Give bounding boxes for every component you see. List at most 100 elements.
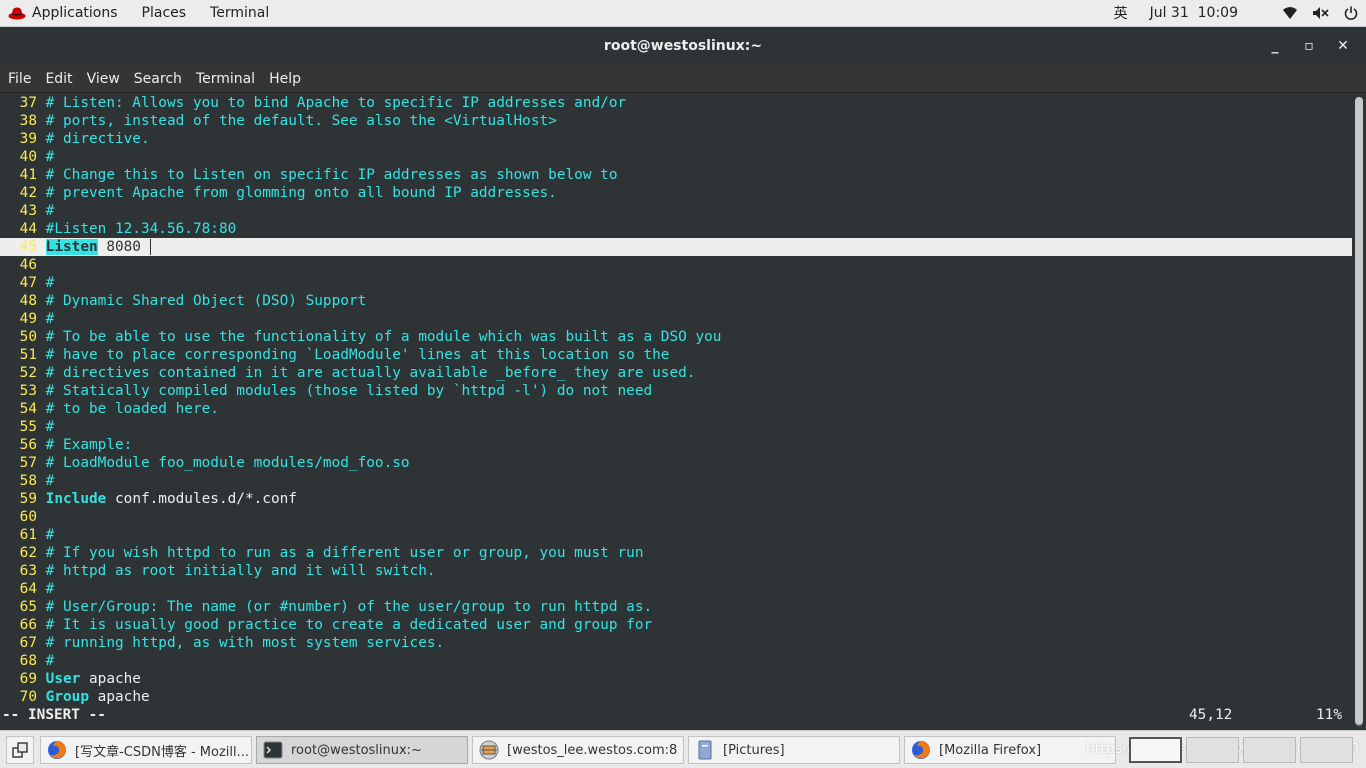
buffer-line[interactable]: 65 # User/Group: The name (or #number) o… bbox=[0, 598, 1352, 616]
vim-mode: -- INSERT -- bbox=[2, 707, 106, 723]
buffer-line[interactable]: 49 # bbox=[0, 310, 1352, 328]
line-number: 65 bbox=[19, 599, 37, 615]
buffer-line[interactable]: 41 # Change this to Listen on specific I… bbox=[0, 166, 1352, 184]
taskbar-button-1[interactable]: [写文章-CSDN博客 - Mozill... bbox=[40, 736, 252, 764]
buffer-line[interactable]: 43 # bbox=[0, 202, 1352, 220]
terminal-content[interactable]: 37 # Listen: Allows you to bind Apache t… bbox=[0, 93, 1366, 730]
buffer-line[interactable]: 40 # bbox=[0, 148, 1352, 166]
maximize-icon: ▫ bbox=[1304, 38, 1314, 54]
taskbar-button-4[interactable]: [Pictures] bbox=[688, 736, 900, 764]
line-number: 39 bbox=[19, 131, 37, 147]
comment-text: # to be loaded here. bbox=[45, 401, 219, 417]
terminal-icon bbox=[263, 740, 283, 760]
close-button[interactable]: ✕ bbox=[1326, 31, 1360, 61]
buffer-line[interactable]: 68 # bbox=[0, 652, 1352, 670]
directive-value: apache bbox=[89, 689, 150, 705]
menu-search[interactable]: Search bbox=[127, 71, 189, 87]
vim-buffer[interactable]: 37 # Listen: Allows you to bind Apache t… bbox=[0, 94, 1352, 706]
comment-text: # User/Group: The name (or #number) of t… bbox=[45, 599, 653, 615]
comment-text: # Listen: Allows you to bind Apache to s… bbox=[45, 95, 627, 111]
workspace-3[interactable] bbox=[1243, 737, 1296, 763]
firefox-icon bbox=[911, 740, 931, 760]
line-number: 66 bbox=[19, 617, 37, 633]
directive-value: 8080 bbox=[97, 239, 141, 255]
buffer-line[interactable]: 69 User apache bbox=[0, 670, 1352, 688]
buffer-line[interactable]: 39 # directive. bbox=[0, 130, 1352, 148]
buffer-line[interactable]: 46 bbox=[0, 256, 1352, 274]
scrollbar-thumb[interactable] bbox=[1355, 97, 1363, 725]
directive-keyword: User bbox=[45, 671, 81, 687]
wifi-icon[interactable] bbox=[1282, 6, 1298, 20]
line-number: 51 bbox=[19, 347, 37, 363]
buffer-line[interactable]: 48 # Dynamic Shared Object (DSO) Support bbox=[0, 292, 1352, 310]
line-number: 52 bbox=[19, 365, 37, 381]
buffer-line[interactable]: 37 # Listen: Allows you to bind Apache t… bbox=[0, 94, 1352, 112]
taskbar-button-3[interactable]: [westos_lee.westos.com:8 ... bbox=[472, 736, 684, 764]
buffer-line[interactable]: 58 # bbox=[0, 472, 1352, 490]
line-number: 50 bbox=[19, 329, 37, 345]
terminal-app-menu[interactable]: Terminal bbox=[198, 0, 281, 27]
buffer-line[interactable]: 55 # bbox=[0, 418, 1352, 436]
taskbar-button-2[interactable]: root@westoslinux:~ bbox=[256, 736, 468, 764]
comment-text: # Dynamic Shared Object (DSO) Support bbox=[45, 293, 367, 309]
buffer-line[interactable]: 38 # ports, instead of the default. See … bbox=[0, 112, 1352, 130]
comment-text: # bbox=[45, 275, 55, 291]
taskbar-button-5[interactable]: [Mozilla Firefox] bbox=[904, 736, 1116, 764]
comment-text: # LoadModule foo_module modules/mod_foo.… bbox=[45, 455, 410, 471]
buffer-line[interactable]: 42 # prevent Apache from glomming onto a… bbox=[0, 184, 1352, 202]
maximize-button[interactable]: ▫ bbox=[1292, 31, 1326, 61]
workspace-1[interactable] bbox=[1129, 737, 1182, 763]
buffer-line[interactable]: 44 #Listen 12.34.56.78:80 bbox=[0, 220, 1352, 238]
terminal-window-titlebar[interactable]: root@westoslinux:~ _ ▫ ✕ bbox=[0, 27, 1366, 65]
menu-view[interactable]: View bbox=[80, 71, 127, 87]
comment-text: # bbox=[45, 149, 55, 165]
minimize-button[interactable]: _ bbox=[1258, 31, 1292, 61]
buffer-line[interactable]: 70 Group apache bbox=[0, 688, 1352, 706]
line-number: 54 bbox=[19, 401, 37, 417]
line-number: 69 bbox=[19, 671, 37, 687]
remote-viewer-icon bbox=[479, 740, 499, 760]
directive-keyword: Include bbox=[45, 491, 107, 507]
comment-text: # running httpd, as with most system ser… bbox=[45, 635, 445, 651]
buffer-line[interactable]: 66 # It is usually good practice to crea… bbox=[0, 616, 1352, 634]
current-line[interactable]: 45 Listen 8080 bbox=[0, 238, 1352, 256]
buffer-line[interactable]: 64 # bbox=[0, 580, 1352, 598]
line-number: 46 bbox=[19, 257, 37, 273]
buffer-line[interactable]: 54 # to be loaded here. bbox=[0, 400, 1352, 418]
menu-help[interactable]: Help bbox=[262, 71, 308, 87]
buffer-line[interactable]: 50 # To be able to use the functionality… bbox=[0, 328, 1352, 346]
comment-text: # Change this to Listen on specific IP a… bbox=[45, 167, 618, 183]
buffer-line[interactable]: 51 # have to place corresponding `LoadMo… bbox=[0, 346, 1352, 364]
buffer-line[interactable]: 52 # directives contained in it are actu… bbox=[0, 364, 1352, 382]
buffer-line[interactable]: 57 # LoadModule foo_module modules/mod_f… bbox=[0, 454, 1352, 472]
buffer-line[interactable]: 47 # bbox=[0, 274, 1352, 292]
buffer-line[interactable]: 67 # running httpd, as with most system … bbox=[0, 634, 1352, 652]
menu-terminal[interactable]: Terminal bbox=[189, 71, 262, 87]
clock[interactable]: Jul 31 10:09 bbox=[1150, 5, 1238, 21]
workspace-2[interactable] bbox=[1186, 737, 1239, 763]
applications-menu[interactable]: Applications bbox=[0, 0, 130, 27]
buffer-line[interactable]: 59 Include conf.modules.d/*.conf bbox=[0, 490, 1352, 508]
comment-text: # Statically compiled modules (those lis… bbox=[45, 383, 653, 399]
line-number: 59 bbox=[19, 491, 37, 507]
buffer-line[interactable]: 53 # Statically compiled modules (those … bbox=[0, 382, 1352, 400]
comment-text: # ports, instead of the default. See als… bbox=[45, 113, 557, 129]
show-desktop-button[interactable] bbox=[6, 736, 34, 764]
terminal-scrollbar[interactable] bbox=[1355, 97, 1363, 727]
places-menu[interactable]: Places bbox=[130, 0, 199, 27]
workspace-4[interactable] bbox=[1300, 737, 1353, 763]
menu-edit[interactable]: Edit bbox=[38, 71, 79, 87]
volume-muted-icon[interactable] bbox=[1312, 6, 1330, 20]
line-number: 47 bbox=[19, 275, 37, 291]
buffer-line[interactable]: 60 bbox=[0, 508, 1352, 526]
file-manager-icon bbox=[695, 740, 715, 760]
input-method-indicator[interactable]: 英 bbox=[1114, 3, 1128, 23]
menu-file[interactable]: File bbox=[0, 71, 38, 87]
buffer-line[interactable]: 62 # If you wish httpd to run as a diffe… bbox=[0, 544, 1352, 562]
gnome-top-bar: Applications Places Terminal 英 Jul 31 10… bbox=[0, 0, 1366, 27]
buffer-line[interactable]: 63 # httpd as root initially and it will… bbox=[0, 562, 1352, 580]
buffer-line[interactable]: 56 # Example: bbox=[0, 436, 1352, 454]
line-number: 57 bbox=[19, 455, 37, 471]
buffer-line[interactable]: 61 # bbox=[0, 526, 1352, 544]
power-icon[interactable] bbox=[1344, 6, 1358, 20]
